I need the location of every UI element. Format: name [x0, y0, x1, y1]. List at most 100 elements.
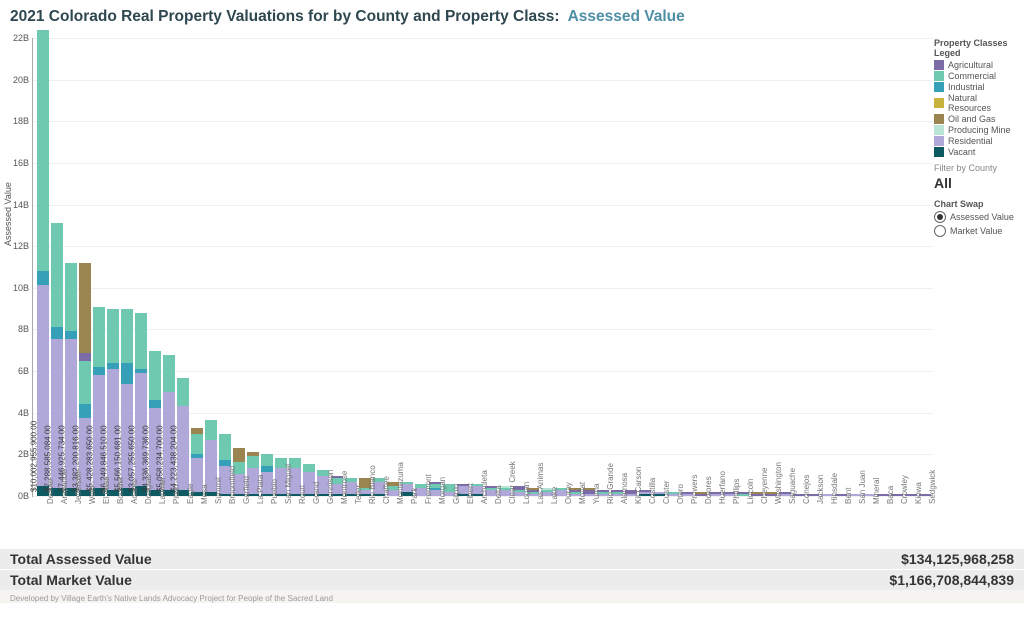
filter-by-county-value[interactable]: All — [934, 175, 1020, 191]
bar[interactable]: $4,223,438,204.00 — [177, 378, 189, 496]
x-tick-label: Bent — [844, 492, 853, 504]
x-tick-label: Montrose — [340, 492, 349, 504]
x-tick-label: Baca — [886, 492, 895, 504]
x-tick-label: Eagle — [186, 492, 195, 504]
y-tick: 4B — [7, 408, 29, 418]
legend-swatch — [934, 82, 944, 92]
legend-swatch — [934, 114, 944, 124]
x-tick-label: Rio Blanco — [368, 492, 377, 504]
legend-label: Agricultural — [948, 60, 993, 70]
total-market-value: $1,166,708,844,839 — [889, 572, 1014, 588]
x-tick-label: Adams — [130, 492, 139, 504]
bar-segment — [65, 263, 77, 331]
legend-header: Property Classes Leged — [934, 38, 1020, 58]
legend-item[interactable]: Agricultural — [934, 60, 1020, 70]
x-tick-label: Conejos — [802, 492, 811, 504]
legend-item[interactable]: Industrial — [934, 82, 1020, 92]
title-prefix: 2021 Colorado Real Property Valuations f… — [10, 8, 560, 25]
legend-item[interactable]: Oil and Gas — [934, 114, 1020, 124]
x-tick-label: Elbert — [466, 492, 475, 504]
x-tick-label: Lake — [550, 492, 559, 504]
radio-icon — [934, 225, 946, 237]
y-tick: 0B — [7, 491, 29, 501]
x-tick-label: Boulder — [116, 492, 125, 504]
x-tick-label: Douglas — [144, 492, 153, 504]
legend-item[interactable]: Residential — [934, 136, 1020, 146]
legend-swatch — [934, 60, 944, 70]
x-tick-label: Otero — [676, 492, 685, 504]
x-tick-label: Alamosa — [620, 492, 629, 504]
x-tick-label: Park — [410, 492, 419, 504]
legend-item[interactable]: Natural Resources — [934, 93, 1020, 113]
bar-segment — [177, 378, 189, 406]
x-tick-label: Broomfield — [228, 492, 237, 504]
chart-swap-header: Chart Swap — [934, 199, 1020, 209]
bar-value-label: $4,223,438,204.00 — [170, 425, 179, 492]
total-assessed-row: Total Assessed Value $134,125,968,258 — [0, 548, 1024, 569]
chart-swap-option[interactable]: Assessed Value — [934, 211, 1020, 223]
legend-swatch — [934, 125, 944, 135]
x-tick-label: Costilla — [648, 492, 657, 504]
x-tick-label: Kiowa — [914, 492, 923, 504]
bar-segment — [149, 351, 161, 399]
legend-label: Oil and Gas — [948, 114, 996, 124]
x-tick-label: Yuma — [592, 492, 601, 504]
legend-swatch — [934, 98, 944, 108]
legend-label: Producing Mine — [948, 125, 1011, 135]
bar-segment — [93, 367, 105, 375]
x-tick-label: Logan — [522, 492, 531, 504]
radio-icon — [934, 211, 946, 223]
x-tick-label: Dolores — [704, 492, 713, 504]
y-tick: 20B — [7, 75, 29, 85]
y-tick: 2B — [7, 449, 29, 459]
legend-swatch — [934, 136, 944, 146]
bar-segment — [79, 353, 91, 361]
x-tick-label: San Juan — [858, 492, 867, 504]
bar-segment — [247, 456, 259, 468]
bar-segment — [65, 331, 77, 339]
bar-segment — [205, 420, 217, 440]
legend-item[interactable]: Commercial — [934, 71, 1020, 81]
y-tick: 12B — [7, 241, 29, 251]
legend-label: Vacant — [948, 147, 975, 157]
legend-label: Residential — [948, 136, 993, 146]
chart-swap-label: Assessed Value — [950, 212, 1014, 222]
x-tick-label: Las Animas — [536, 492, 545, 504]
legend: AgriculturalCommercialIndustrialNatural … — [934, 60, 1020, 157]
bar-segment — [177, 406, 189, 490]
bar-segment — [261, 454, 273, 466]
legend-label: Natural Resources — [948, 93, 1020, 113]
bar-segment — [219, 434, 231, 460]
x-tick-label: Jackson — [816, 492, 825, 504]
bar-segment — [37, 30, 49, 271]
bar-segment — [79, 361, 91, 403]
bar-segment — [51, 223, 63, 327]
plot-area: 0B2B4B6B8B10B12B14B16B18B20B22B$10,002,9… — [32, 38, 933, 497]
total-market-row: Total Market Value $1,166,708,844,839 — [0, 569, 1024, 590]
legend-item[interactable]: Producing Mine — [934, 125, 1020, 135]
x-tick-label: Gunnison — [326, 492, 335, 504]
totals: Total Assessed Value $134,125,968,258 To… — [0, 548, 1024, 603]
x-tick-label: Washington — [774, 492, 783, 504]
x-tick-label: Jefferson — [74, 492, 83, 504]
x-tick-label: La Plata — [256, 492, 265, 504]
x-axis-labels: DenverArapahoeJeffersonWeldEl PasoBoulde… — [36, 498, 936, 507]
bar-segment — [79, 263, 91, 353]
bar-value-label: $10,002,955,900.00 — [30, 421, 39, 492]
y-tick: 22B — [7, 33, 29, 43]
legend-swatch — [934, 71, 944, 81]
total-assessed-label: Total Assessed Value — [10, 551, 152, 567]
x-tick-label: Chaffee — [382, 492, 391, 504]
x-tick-label: Arapahoe — [60, 492, 69, 504]
x-tick-label: Weld — [88, 492, 97, 504]
y-tick: 6B — [7, 366, 29, 376]
legend-item[interactable]: Vacant — [934, 147, 1020, 157]
x-tick-label: Montezuma — [396, 492, 405, 504]
x-tick-label: Larimer — [158, 492, 167, 504]
chart-swap-options: Assessed Value Market Value — [934, 211, 1020, 237]
x-tick-label: Garfield — [242, 492, 251, 504]
legend-label: Commercial — [948, 71, 996, 81]
chart-swap-option[interactable]: Market Value — [934, 225, 1020, 237]
bar-segment — [93, 307, 105, 367]
x-tick-label: Hinsdale — [830, 492, 839, 504]
